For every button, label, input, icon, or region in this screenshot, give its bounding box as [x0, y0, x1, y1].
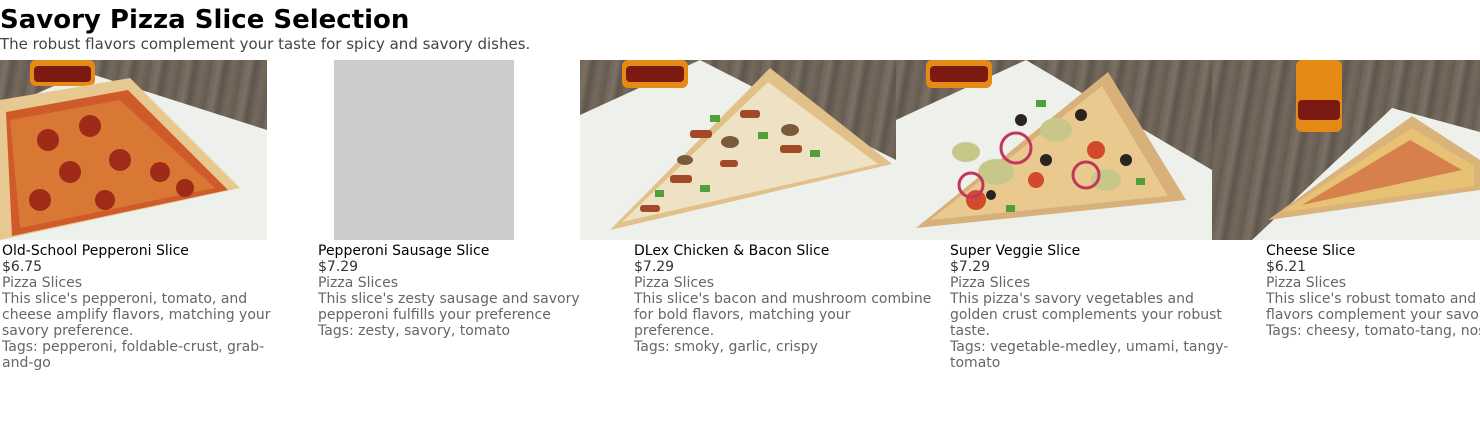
- product-tags: Tags: cheesy, tomato-tang, nos: [1266, 323, 1480, 339]
- product-card[interactable]: DLex Chicken & Bacon Slice $7.29 Pizza S…: [580, 60, 931, 355]
- product-card[interactable]: Super Veggie Slice $7.29 Pizza Slices Th…: [896, 60, 1228, 371]
- product-image[interactable]: [896, 60, 1212, 240]
- product-description: This slice's zesty sausage and savory pe…: [318, 291, 580, 323]
- product-tags: Tags: smoky, garlic, crispy: [634, 339, 818, 355]
- product-category: Pizza Slices: [950, 275, 1031, 291]
- page-title: Savory Pizza Slice Selection: [0, 5, 410, 35]
- product-name[interactable]: Super Veggie Slice: [950, 243, 1212, 259]
- product-name[interactable]: Old-School Pepperoni Slice: [2, 243, 316, 259]
- product-price: $7.29: [634, 259, 675, 275]
- product-tags: Tags: vegetable-medley, umami, tangy-tom…: [950, 339, 1229, 371]
- product-description: This pizza's savory vegetables and golde…: [950, 291, 1222, 339]
- product-description: This slice's pepperoni, tomato, and chee…: [2, 291, 271, 339]
- product-image[interactable]: [580, 60, 896, 240]
- product-card[interactable]: Old-School Pepperoni Slice $6.75 Pizza S…: [0, 60, 316, 371]
- product-category: Pizza Slices: [1266, 275, 1347, 291]
- product-price: $6.21: [1266, 259, 1307, 275]
- image-placeholder: [334, 60, 514, 240]
- product-price: $7.29: [950, 259, 991, 275]
- page-subtitle: The robust flavors complement your taste…: [0, 35, 531, 53]
- product-tags: Tags: pepperoni, foldable-crust, grab-an…: [2, 339, 265, 371]
- product-description: This slice's bacon and mushroom combine …: [634, 291, 932, 339]
- product-name[interactable]: DLex Chicken & Bacon Slice: [634, 243, 896, 259]
- product-category: Pizza Slices: [634, 275, 715, 291]
- product-name[interactable]: Cheese Slice: [1266, 243, 1480, 259]
- product-category: Pizza Slices: [2, 275, 83, 291]
- product-card[interactable]: Cheese Slice $6.21 Pizza Slices This sli…: [1212, 60, 1480, 339]
- product-image[interactable]: [1212, 60, 1480, 240]
- product-description: This slice's robust tomato and flavors c…: [1266, 291, 1479, 323]
- product-price: $6.75: [2, 259, 43, 275]
- product-image[interactable]: [0, 60, 267, 240]
